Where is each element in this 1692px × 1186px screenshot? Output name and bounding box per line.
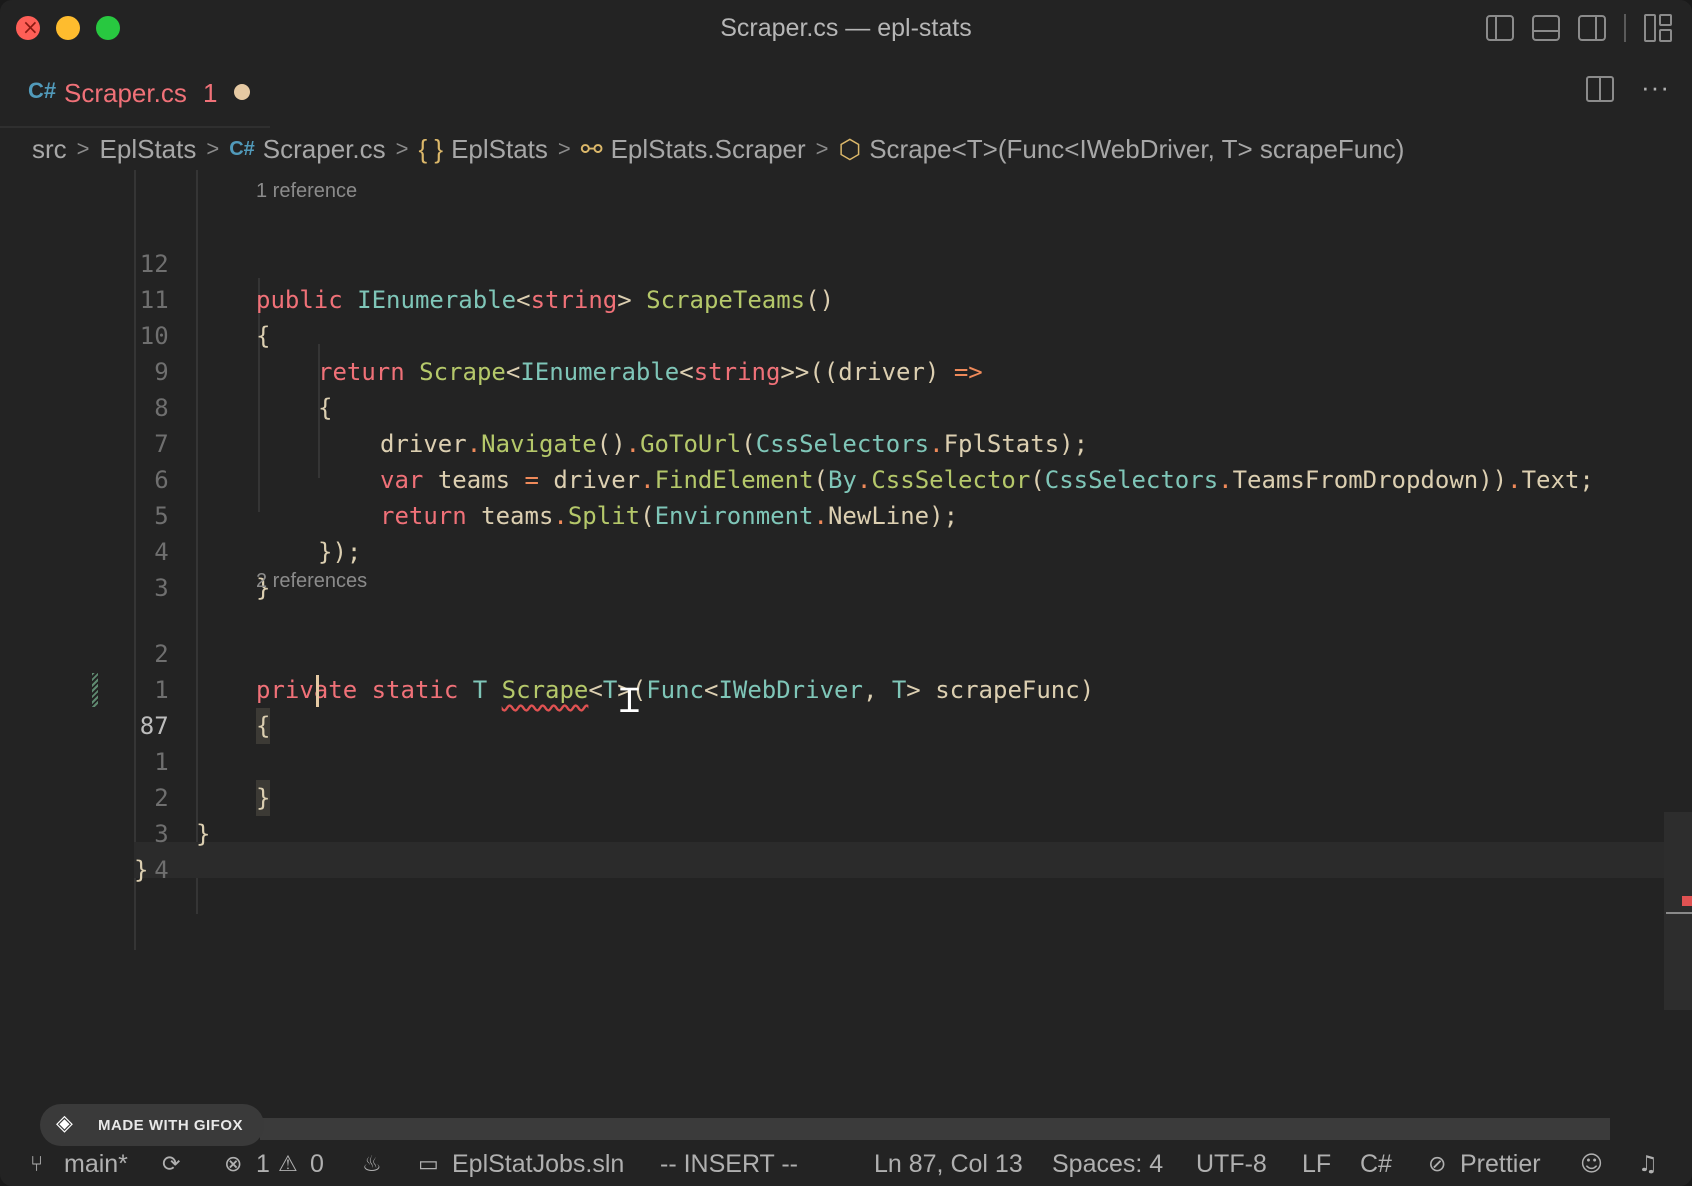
- solution-name[interactable]: EplStatJobs.sln: [452, 1150, 624, 1179]
- chevron-right-icon: >: [815, 136, 829, 161]
- breadcrumb-item-src[interactable]: src: [32, 134, 67, 165]
- customize-layout-icon[interactable]: [1644, 14, 1672, 42]
- code-line: 9 {: [0, 318, 1692, 422]
- breadcrumb-item-eplstats-folder[interactable]: EplStats: [100, 134, 197, 165]
- error-count[interactable]: 1: [256, 1150, 270, 1179]
- code-line: 11 {: [0, 246, 1692, 350]
- chevron-right-icon: >: [557, 136, 571, 161]
- codelens-references[interactable]: 1 reference: [256, 180, 357, 203]
- ibeam-cursor-icon: Ɪ: [620, 681, 639, 721]
- unsaved-dot-icon[interactable]: [234, 84, 250, 100]
- fox-icon: ◈: [56, 1111, 73, 1136]
- code-line: 10 return Scrape<IEnumerable<string>>((d…: [0, 282, 1692, 386]
- editor-window: Scraper.cs — epl-stats C# Scraper.cs 1 ·…: [0, 0, 1692, 1186]
- layout-separator: [1624, 14, 1626, 42]
- tab-problem-count: 1: [203, 78, 218, 108]
- gifox-label: MADE WITH GIFOX: [98, 1116, 243, 1134]
- language-mode[interactable]: C#: [1360, 1150, 1392, 1179]
- git-branch[interactable]: main*: [64, 1150, 128, 1179]
- cursor-marker: [1666, 912, 1692, 914]
- horizontal-scrollbar[interactable]: [260, 1118, 1610, 1140]
- toggle-panel-icon[interactable]: [1532, 15, 1560, 41]
- git-modified-gutter[interactable]: [92, 673, 98, 707]
- code-line: 4: [0, 816, 1692, 884]
- code-line: 4 }: [0, 498, 1692, 602]
- breadcrumb-item-method[interactable]: Scrape<T>(Func<IWebDriver, T> scrapeFunc…: [869, 134, 1404, 165]
- breadcrumb-item-file[interactable]: Scraper.cs: [263, 134, 386, 165]
- layout-controls: [1486, 14, 1672, 42]
- code-line: 3 }: [0, 780, 1692, 884]
- csharp-file-icon: C#: [229, 137, 255, 160]
- title-bar: Scraper.cs — epl-stats: [0, 0, 1692, 58]
- code-line: 12 public IEnumerable<string> ScrapeTeam…: [0, 210, 1692, 314]
- codelens-references[interactable]: 2 references: [256, 570, 367, 593]
- code-line: 1 {: [0, 636, 1692, 744]
- breadcrumb-item-class[interactable]: EplStats.Scraper: [611, 134, 806, 165]
- window-title: Scraper.cs — epl-stats: [720, 14, 972, 42]
- indentation[interactable]: Spaces: 4: [1052, 1150, 1163, 1179]
- notifications-bell-icon[interactable]: ♫: [1638, 1152, 1658, 1177]
- error-icon: ⊗: [224, 1152, 243, 1177]
- text-cursor: [316, 675, 319, 707]
- csharp-file-icon: C#: [28, 78, 57, 103]
- tab-scraper-cs[interactable]: C# Scraper.cs 1: [0, 58, 270, 128]
- code-line: 3: [0, 534, 1692, 602]
- method-cube-icon: ⬡: [838, 133, 862, 164]
- code-line: 2 private static T Scrape<T>(Func<IWebDr…: [0, 600, 1692, 704]
- vim-mode: -- INSERT --: [660, 1150, 798, 1178]
- sync-icon[interactable]: ⟳: [162, 1152, 180, 1177]
- code-line: 8 driver.Navigate().GoToUrl(CssSelectors…: [0, 354, 1692, 458]
- code-line: 5 });: [0, 462, 1692, 566]
- chevron-right-icon: >: [76, 136, 90, 161]
- tab-bar: C# Scraper.cs 1 ···: [0, 58, 1692, 128]
- toggle-secondary-sidebar-icon[interactable]: [1578, 15, 1606, 41]
- encoding[interactable]: UTF-8: [1196, 1150, 1267, 1179]
- breadcrumb-item-namespace[interactable]: EplStats: [451, 134, 548, 165]
- line-ending[interactable]: LF: [1302, 1150, 1331, 1179]
- vertical-scrollbar[interactable]: [1664, 812, 1692, 1010]
- code-line: 1 }: [0, 708, 1692, 816]
- code-editor[interactable]: 1 reference 12 public IEnumerable<string…: [0, 170, 1692, 1120]
- error-marker: [1682, 896, 1692, 906]
- code-line: 6 return teams.Split(Environment.NewLine…: [0, 426, 1692, 530]
- tab-label: Scraper.cs: [64, 78, 187, 108]
- folder-icon: ▭: [418, 1152, 439, 1177]
- code-line-current: 87: [0, 672, 1692, 740]
- warning-icon: ⚠: [278, 1152, 298, 1177]
- formatter[interactable]: Prettier: [1460, 1150, 1541, 1179]
- split-editor-icon[interactable]: [1586, 76, 1614, 102]
- status-bar: ⑂ main* ⟳ ⊗ 1 ⚠ 0 ♨ ▭ EplStatJobs.sln --…: [0, 1146, 1692, 1186]
- chevron-right-icon: >: [395, 136, 409, 161]
- feedback-icon[interactable]: ☺: [1580, 1152, 1603, 1177]
- git-branch-icon: ⑂: [30, 1152, 44, 1177]
- line-number: 4: [154, 856, 169, 884]
- gifox-watermark: ◈ MADE WITH GIFOX: [40, 1104, 264, 1146]
- more-actions-icon[interactable]: ···: [1641, 72, 1670, 103]
- class-icon: ⚯: [580, 133, 603, 164]
- toggle-primary-sidebar-icon[interactable]: [1486, 15, 1514, 41]
- warning-count[interactable]: 0: [310, 1150, 324, 1179]
- code-line: 2 }: [0, 744, 1692, 848]
- prettier-disabled-icon: ⊘: [1428, 1152, 1447, 1177]
- flame-icon[interactable]: ♨: [362, 1152, 382, 1177]
- namespace-icon: { }: [418, 133, 444, 164]
- breadcrumb: src > EplStats > C# Scraper.cs > { } Epl…: [0, 128, 1692, 170]
- cursor-position[interactable]: Ln 87, Col 13: [874, 1150, 1023, 1179]
- chevron-right-icon: >: [206, 136, 220, 161]
- code-line: 7 var teams = driver.FindElement(By.CssS…: [0, 390, 1692, 494]
